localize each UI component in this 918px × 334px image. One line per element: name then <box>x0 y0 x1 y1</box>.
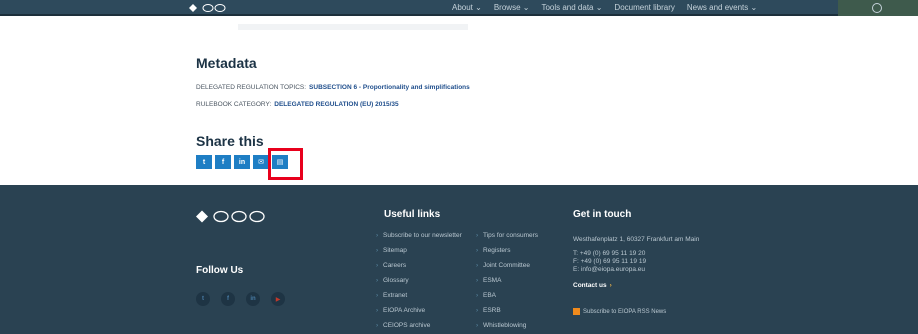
social-links: t f in ▶ <box>196 292 285 306</box>
menu-item-document-library[interactable]: Document library <box>614 3 674 12</box>
footer-link-sitemap[interactable]: Sitemap <box>376 247 476 255</box>
footer-link-ceiops-archive[interactable]: CEIOPS archive <box>376 322 476 330</box>
highlight-box <box>268 148 303 180</box>
top-navigation-bar: About ⌄ Browse ⌄ Tools and data ⌄ Docume… <box>0 0 918 16</box>
chevron-right-icon: › <box>609 282 612 289</box>
twitter-icon[interactable]: t <box>196 292 210 306</box>
main-menu: About ⌄ Browse ⌄ Tools and data ⌄ Docume… <box>452 3 757 12</box>
get-in-touch-heading: Get in touch <box>573 209 632 220</box>
menu-item-browse[interactable]: Browse ⌄ <box>494 3 530 12</box>
rss-label: Subscribe to EIOPA RSS News <box>583 308 667 315</box>
footer-link-whistleblowing[interactable]: Whistleblowing <box>476 322 566 330</box>
youtube-icon[interactable]: ▶ <box>271 292 285 306</box>
useful-links-heading: Useful links <box>384 209 441 220</box>
metadata-heading: Metadata <box>196 55 257 71</box>
rss-icon <box>573 308 580 315</box>
address-text: Westhafenplatz 1, 60327 Frankfurt am Mai… <box>573 236 700 243</box>
metadata-topic-link[interactable]: SUBSECTION 6 - Proportionality and simpl… <box>309 84 470 91</box>
phone-text: T: +49 (0) 69 95 11 19 20 <box>573 250 646 257</box>
footer-link-esrb[interactable]: ESRB <box>476 307 566 315</box>
footer-link-esma[interactable]: ESMA <box>476 277 566 285</box>
email-share-button[interactable]: ✉ <box>253 155 269 169</box>
metadata-row-topics: DELEGATED REGULATION TOPICS: SUBSECTION 6… <box>196 84 470 91</box>
metadata-label: DELEGATED REGULATION TOPICS: <box>196 84 307 91</box>
menu-item-tools-and-data[interactable]: Tools and data ⌄ <box>541 3 602 12</box>
useful-links-column-1: Subscribe to our newsletter Sitemap Care… <box>376 232 476 334</box>
footer: Useful links Get in touch Follow Us Subs… <box>0 185 918 334</box>
footer-link-glossary[interactable]: Glossary <box>376 277 476 285</box>
linkedin-share-button[interactable]: in <box>234 155 250 169</box>
facebook-icon[interactable]: f <box>221 292 235 306</box>
search-icon[interactable] <box>872 3 882 13</box>
footer-link-careers[interactable]: Careers <box>376 262 476 270</box>
footer-link-tips-for-consumers[interactable]: Tips for consumers <box>476 232 566 240</box>
metadata-row-category: RULEBOOK CATEGORY: DELEGATED REGULATION (… <box>196 101 399 108</box>
metadata-category-link[interactable]: DELEGATED REGULATION (EU) 2015/35 <box>274 101 398 108</box>
contact-us-link[interactable]: Contact us › <box>573 282 612 289</box>
footer-link-registers[interactable]: Registers <box>476 247 566 255</box>
footer-link-extranet[interactable]: Extranet <box>376 292 476 300</box>
footer-link-newsletter[interactable]: Subscribe to our newsletter <box>376 232 466 240</box>
rss-subscribe-link[interactable]: Subscribe to EIOPA RSS News <box>573 308 666 315</box>
contact-details: Westhafenplatz 1, 60327 Frankfurt am Mai… <box>573 236 699 274</box>
footer-link-eba[interactable]: EBA <box>476 292 566 300</box>
linkedin-icon[interactable]: in <box>246 292 260 306</box>
share-heading: Share this <box>196 133 264 149</box>
footer-link-joint-committee[interactable]: Joint Committee <box>476 262 566 270</box>
twitter-share-button[interactable]: t <box>196 155 212 169</box>
contact-us-label: Contact us <box>573 282 607 289</box>
eiopa-logo[interactable] <box>188 2 236 14</box>
facebook-share-button[interactable]: f <box>215 155 231 169</box>
eiopa-footer-logo[interactable] <box>195 208 275 225</box>
metadata-label: RULEBOOK CATEGORY: <box>196 101 272 108</box>
follow-us-heading: Follow Us <box>196 265 244 276</box>
menu-item-about[interactable]: About ⌄ <box>452 3 482 12</box>
fax-text: F: +49 (0) 69 95 11 19 19 <box>573 258 647 265</box>
menu-item-news-and-events[interactable]: News and events ⌄ <box>687 3 757 12</box>
footer-link-eiopa-archive[interactable]: EIOPA Archive <box>376 307 476 315</box>
faded-content-strip <box>238 24 468 30</box>
email-link[interactable]: E: info@eiopa.europa.eu <box>573 266 699 274</box>
page: About ⌄ Browse ⌄ Tools and data ⌄ Docume… <box>0 0 918 334</box>
useful-links-column-2: Tips for consumers Registers Joint Commi… <box>476 232 566 334</box>
